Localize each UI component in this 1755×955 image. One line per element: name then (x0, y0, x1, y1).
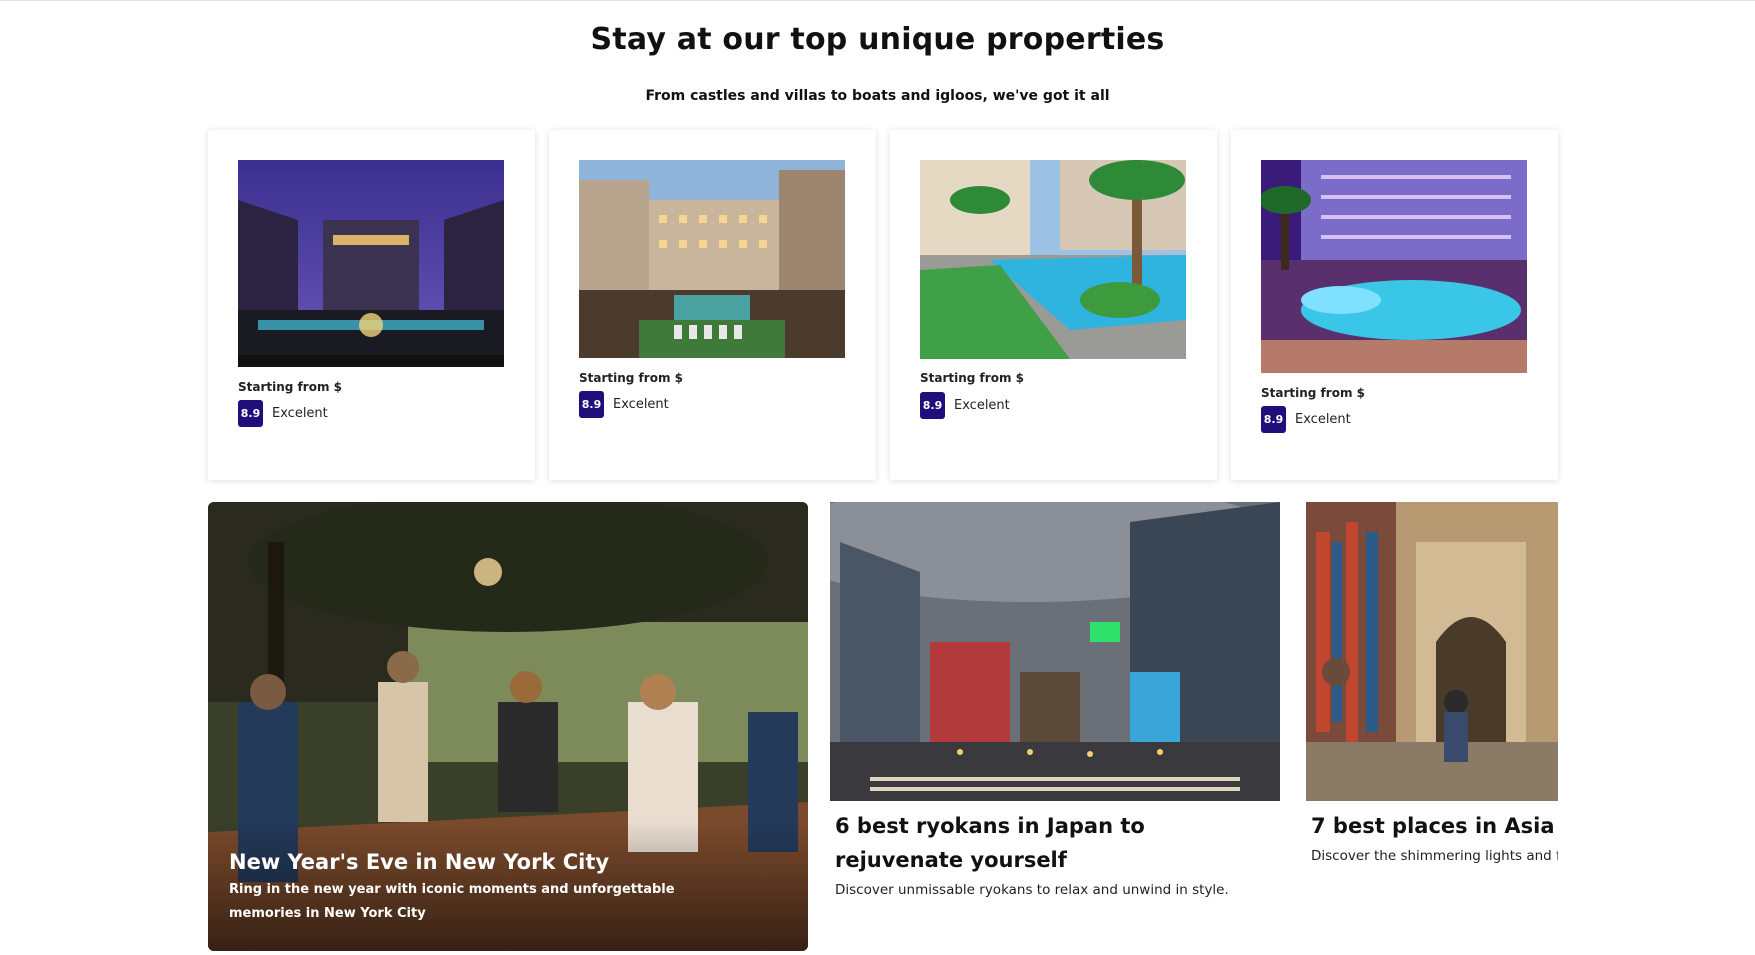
rating-label: Excelent (954, 398, 1010, 413)
section-title: Stay at our top unique properties (590, 22, 1165, 57)
featured-article-title[interactable]: New Year's Eve in New York City (229, 850, 609, 874)
article-description: Discover unmissable ryokans to relax and… (835, 882, 1229, 898)
price-label: Starting from $ (1261, 386, 1365, 400)
property-card[interactable]: Starting from $ 8.9 Excelent (1231, 130, 1558, 480)
rating-label: Excelent (272, 406, 328, 421)
property-photo[interactable] (238, 160, 504, 367)
rating: 8.9 Excelent (238, 400, 328, 427)
price-label: Starting from $ (579, 371, 683, 385)
rating: 8.9 Excelent (579, 391, 669, 418)
article-title[interactable]: 7 best places in Asia to Christmas (1306, 809, 1558, 843)
article-photo[interactable] (1306, 502, 1558, 801)
article-card[interactable]: 7 best places in Asia to Christmas Disco… (1306, 502, 1558, 942)
top-divider (0, 0, 1755, 1)
rating-label: Excelent (613, 397, 669, 412)
property-card[interactable]: Starting from $ 8.9 Excelent (549, 130, 876, 480)
article-content: 7 best places in Asia to Christmas Disco… (1306, 502, 1558, 867)
score-badge: 8.9 (920, 392, 945, 419)
price-label: Starting from $ (238, 380, 342, 394)
article-description: Discover the shimmering lights and f hol… (1311, 848, 1558, 864)
article-photo[interactable] (830, 502, 1280, 801)
article-title[interactable]: 6 best ryokans in Japan to rejuvenate yo… (830, 809, 1280, 877)
rating: 8.9 Excelent (920, 392, 1010, 419)
property-photo[interactable] (1261, 160, 1527, 373)
property-photo[interactable] (579, 160, 845, 358)
property-photo[interactable] (920, 160, 1186, 359)
rating-label: Excelent (1295, 412, 1351, 427)
section-subtitle: From castles and villas to boats and igl… (645, 88, 1110, 104)
featured-article-card[interactable]: New Year's Eve in New York City Ring in … (208, 502, 808, 951)
score-badge: 8.9 (1261, 406, 1286, 433)
score-badge: 8.9 (238, 400, 263, 427)
property-card[interactable]: Starting from $ 8.9 Excelent (890, 130, 1217, 480)
score-badge: 8.9 (579, 391, 604, 418)
article-card[interactable]: 6 best ryokans in Japan to rejuvenate yo… (830, 502, 1280, 901)
price-label: Starting from $ (920, 371, 1024, 385)
rating: 8.9 Excelent (1261, 406, 1351, 433)
property-card[interactable]: Starting from $ 8.9 Excelent (208, 130, 535, 480)
featured-article-description: Ring in the new year with iconic moments… (229, 882, 675, 921)
